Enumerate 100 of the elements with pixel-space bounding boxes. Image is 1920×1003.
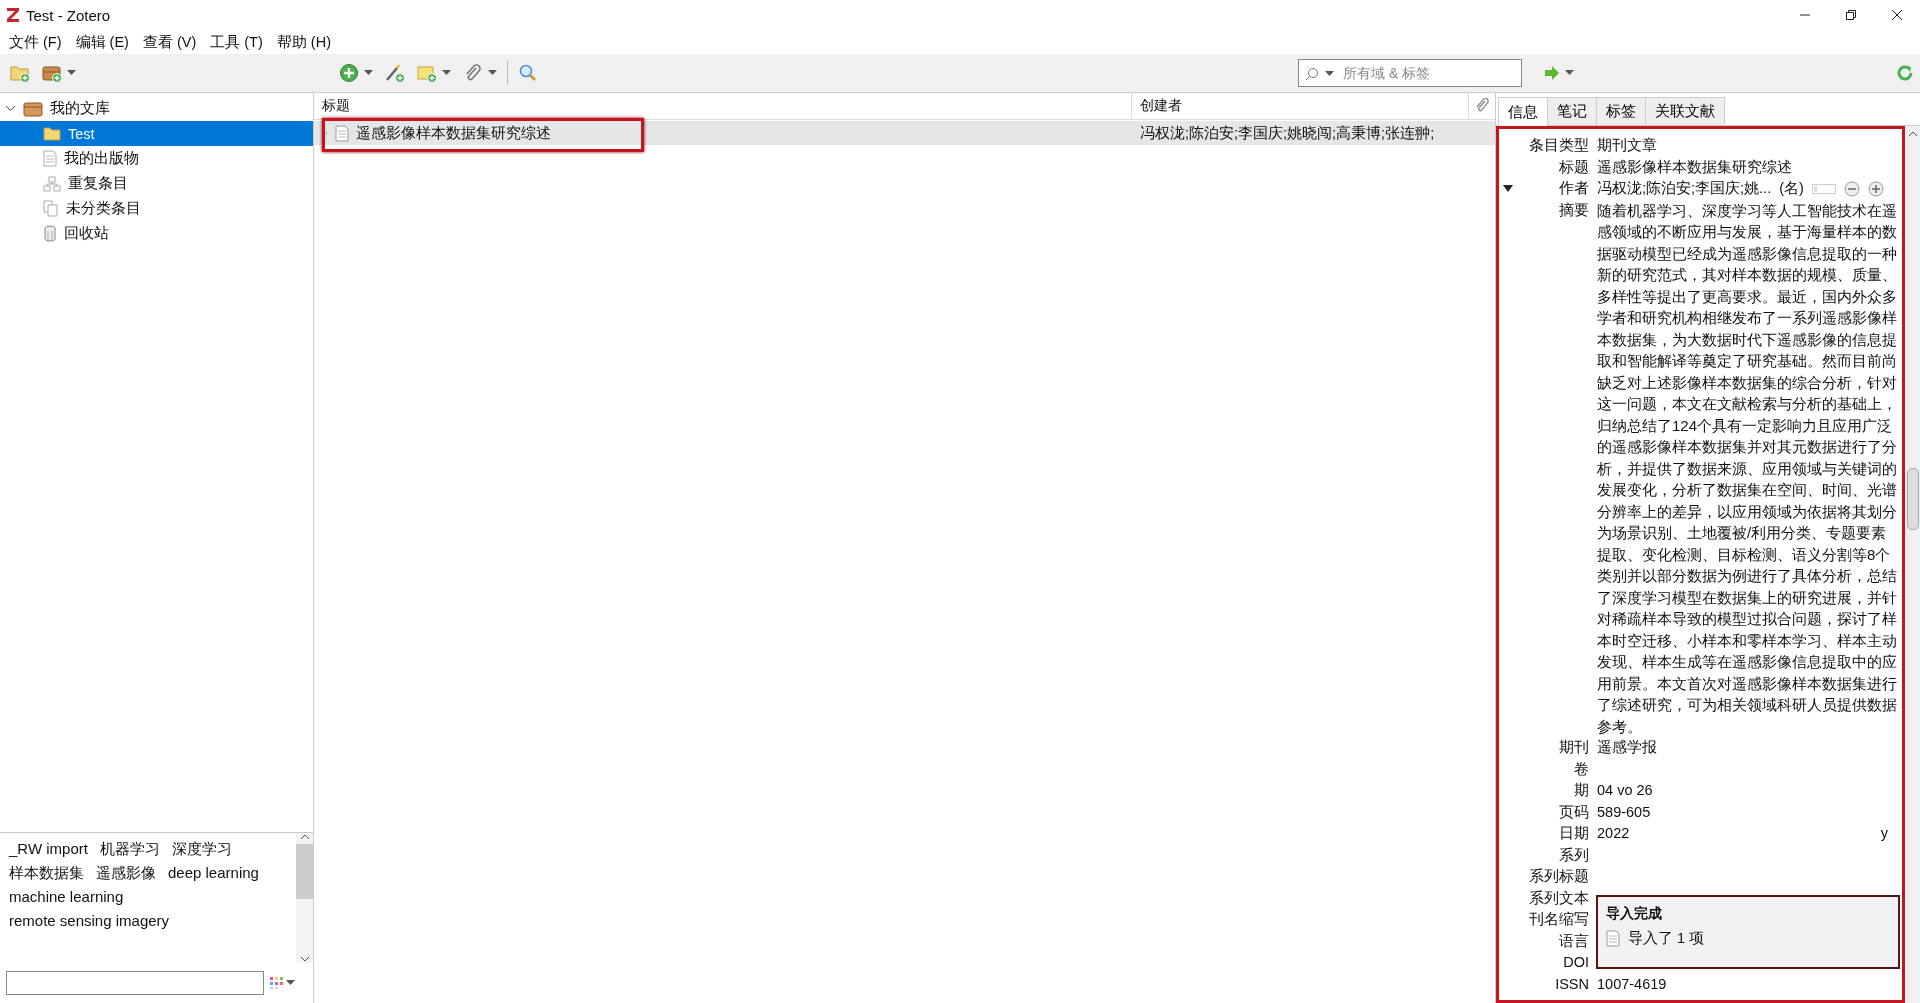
- chevron-up-icon[interactable]: [299, 833, 310, 841]
- field-label: ISSN: [1554, 974, 1589, 994]
- caret-icon: [1325, 71, 1334, 77]
- switch-icon[interactable]: [1811, 183, 1836, 194]
- abstract-text[interactable]: 随着机器学习、深度学习等人工智能技术在遥感领域的不断应用与发展，基于海量样本的数据驱动模型已经成为遥感影像信息提取的一种新的研究范式，其对样本数据的规模、质量、多样性等提出了更高要求。最近，国内外众多学者和研究机构相继发布了一系列遥感影像样本数据集，为大数据时代下遥感影像的信息提取和智能解译等奠定了研究基础。然而目前尚缺乏对上述影像样本数据集的综合分析，针对这一问题，本文在文献检索与分析的基础上，归纳总结了124个具有一定影响力且应用广泛的遥感影像样本数据集并对其元数据进行了分析，并提供了数据来源、应用领域与关键词的发展变化，分析了数据集在空间、时间、光谱分辨率上的差异，以应用领域为依据将其划分为场景识别、土地覆被/利用分类、专题要素提取、变化检测、目标检测、语义分割等8个类别并以部分数据为例进行了具体分析，总结了深度学习模型在数据集上的研究进展，并针对稀疏样本导致的模型过拟合问题，探讨了样本时空迁移、小样本和零样本学习、样本主动发现、样本生成等在遥感影像信息提取中的应用前景。本文首次对遥感影像样本数据集进行了综述研究，可为相关领域科研人员提供数据参考。: [1597, 199, 1901, 737]
- document-icon: [335, 124, 349, 142]
- caret-icon: [488, 70, 497, 76]
- field-label: 期刊: [1558, 738, 1589, 757]
- tag-item[interactable]: 遥感影像: [91, 861, 161, 885]
- document-icon: [1606, 930, 1620, 947]
- tag-item[interactable]: 机器学习: [94, 837, 165, 861]
- field-value[interactable]: 2022: [1597, 823, 1630, 845]
- scrollbar-thumb[interactable]: [296, 844, 313, 899]
- triangle-down-icon[interactable]: [1503, 185, 1513, 193]
- chevron-down-icon[interactable]: [299, 955, 310, 963]
- field-label: 系列文本: [1528, 888, 1589, 908]
- column-header[interactable]: 标题: [322, 97, 350, 115]
- column-header[interactable]: 创建者: [1140, 97, 1182, 115]
- field-value[interactable]: 遥感影像样本数据集研究综述: [1597, 156, 1792, 178]
- wand-plus-icon: [385, 63, 405, 83]
- box-plus-icon: [42, 63, 62, 83]
- chevron-down-icon[interactable]: [4, 105, 16, 112]
- paperclip-icon[interactable]: [1475, 98, 1489, 114]
- chevron-up-icon[interactable]: [1907, 130, 1918, 138]
- document-icon: [43, 150, 57, 167]
- field-label: 摘要: [1558, 200, 1589, 220]
- field-label: 页码: [1558, 802, 1589, 822]
- tab[interactable]: 标签: [1596, 97, 1646, 125]
- field-label: 语言: [1558, 931, 1589, 951]
- menu-item[interactable]: 查看 (V): [135, 32, 204, 52]
- menu-item[interactable]: 帮助 (H): [269, 32, 338, 52]
- menu-item[interactable]: 编辑 (E): [68, 32, 136, 52]
- caret-icon: [286, 980, 295, 986]
- tag-item[interactable]: machine learning: [4, 885, 129, 909]
- notification-title: 导入完成: [1606, 905, 1663, 923]
- menu-item[interactable]: 文件 (F): [2, 32, 69, 52]
- trash-icon: [43, 225, 57, 242]
- close-icon: [1891, 9, 1903, 21]
- scrollbar[interactable]: [296, 833, 313, 963]
- note-plus-icon: [417, 63, 437, 83]
- search-icon: [1305, 67, 1319, 81]
- tag-item[interactable]: 样本数据集: [4, 861, 89, 885]
- field-label: 系列标题: [1528, 867, 1589, 886]
- field-value[interactable]: 04 vo 26: [1597, 780, 1653, 802]
- item-title: 遥感影像样本数据集研究综述: [356, 123, 551, 143]
- field-value[interactable]: 1007-4619: [1597, 973, 1667, 995]
- search-icon: [518, 63, 538, 83]
- collection-item[interactable]: 我的出版物: [0, 146, 313, 171]
- field-label: 标题: [1558, 157, 1589, 177]
- caret-icon: [1565, 70, 1574, 76]
- window-title: Test - Zotero: [26, 6, 112, 24]
- field-label: 作者: [1558, 179, 1589, 198]
- collection-item[interactable]: Test: [0, 121, 313, 146]
- notification-message: 导入了 1 项: [1628, 929, 1705, 948]
- sync-icon: [1896, 64, 1914, 82]
- tab[interactable]: 信息: [1498, 97, 1548, 126]
- tab[interactable]: 笔记: [1547, 97, 1597, 125]
- tag-item[interactable]: _RW import: [4, 837, 93, 861]
- color-grid-icon: [270, 977, 284, 989]
- field-value[interactable]: 589-605: [1597, 801, 1651, 823]
- paperclip-icon: [463, 63, 483, 83]
- field-value[interactable]: 遥感学报: [1597, 737, 1657, 759]
- minus-circle-icon[interactable]: [1843, 180, 1860, 197]
- app-logo-icon: [6, 7, 20, 23]
- field-value[interactable]: 期刊文章: [1597, 135, 1657, 157]
- collection-item[interactable]: 回收站: [0, 221, 313, 246]
- field-label: 日期: [1558, 824, 1589, 843]
- collection-item[interactable]: 重复条目: [0, 171, 313, 196]
- field-label: 条目类型: [1528, 136, 1589, 155]
- scrollbar[interactable]: [1905, 126, 1920, 1003]
- folder-plus-icon: [10, 63, 30, 83]
- tag-color-button[interactable]: [270, 977, 295, 989]
- search-field[interactable]: 所有域 & 标签: [1298, 59, 1522, 87]
- name-mode-toggle[interactable]: (名): [1779, 178, 1804, 200]
- field-label: 刊名缩写: [1528, 910, 1589, 929]
- field-label: 卷: [1573, 759, 1589, 779]
- folder-icon: [43, 126, 61, 141]
- tab[interactable]: 关联文献: [1645, 97, 1725, 125]
- tag-item[interactable]: remote sensing imagery: [4, 909, 175, 933]
- item-row[interactable]: 遥感影像样本数据集研究综述 冯权泷;陈泊安;李国庆;姚晓闯;高秉博;张连翀;: [314, 121, 1495, 145]
- field-value[interactable]: 冯权泷;陈泊安;李国庆;姚...: [1597, 178, 1772, 200]
- plus-circle-icon[interactable]: [1867, 180, 1884, 197]
- tag-item[interactable]: deep learning: [163, 861, 264, 885]
- collection-item[interactable]: 未分类条目: [0, 196, 313, 221]
- menu-item[interactable]: 工具 (T): [203, 32, 270, 52]
- documents-icon: [43, 200, 59, 217]
- caret-icon: [442, 70, 451, 76]
- duplicates-icon: [43, 175, 61, 192]
- field-label: 期: [1573, 781, 1589, 800]
- scrollbar-thumb[interactable]: [1906, 468, 1919, 530]
- caret-icon: [67, 70, 76, 76]
- collection-item[interactable]: 我的文库: [0, 96, 313, 121]
- box-icon: [23, 100, 43, 117]
- field-label: DOI: [1562, 953, 1589, 972]
- field-label: 系列: [1558, 845, 1589, 865]
- plus-circle-icon: [339, 63, 359, 83]
- tag-item[interactable]: 深度学习: [166, 837, 237, 861]
- arrow-right-icon: [1544, 66, 1560, 80]
- tag-filter-field[interactable]: [6, 971, 264, 995]
- restore-icon: [1845, 9, 1857, 21]
